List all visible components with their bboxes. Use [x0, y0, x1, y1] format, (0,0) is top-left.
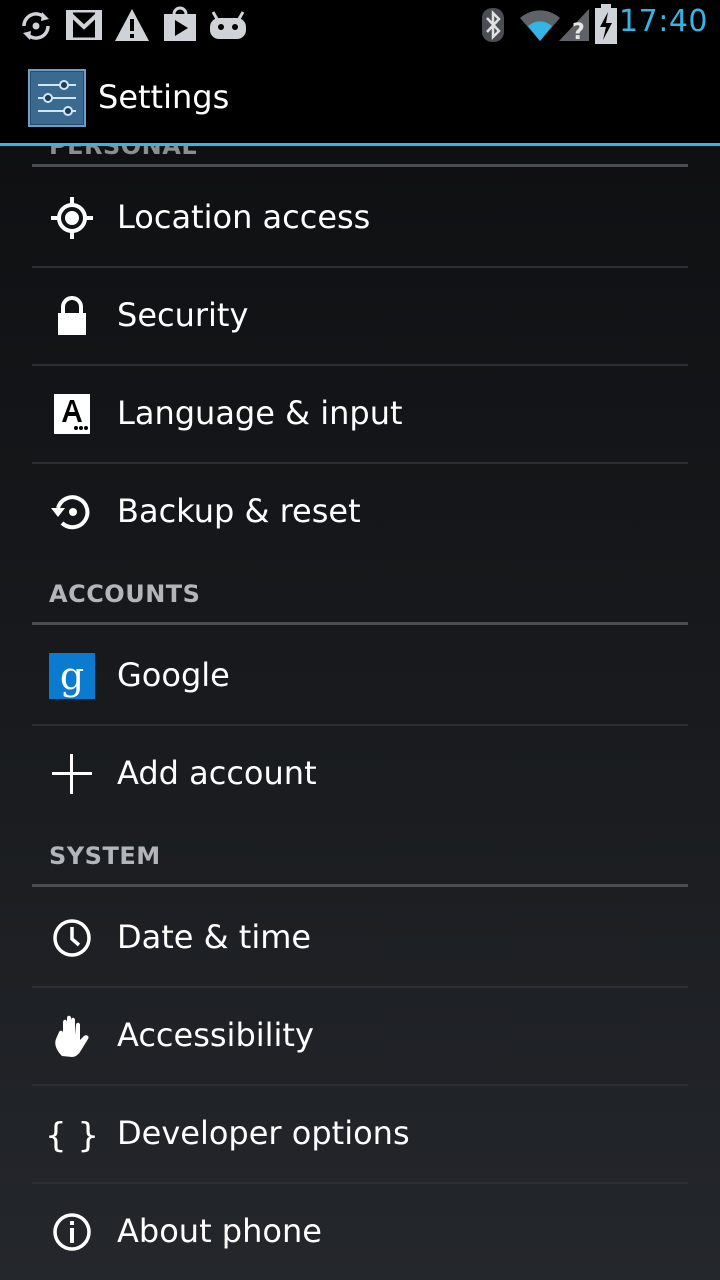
- page-title: Settings: [98, 78, 230, 116]
- hand-icon: [55, 1015, 89, 1057]
- section-divider: [32, 622, 688, 625]
- settings-item-language[interactable]: Language & input: [32, 366, 688, 462]
- clock-icon: [53, 919, 91, 957]
- settings-item-security[interactable]: Security: [32, 268, 688, 364]
- settings-item-label: Location access: [117, 198, 371, 236]
- android-icon: [210, 11, 246, 39]
- bluetooth-icon: [482, 8, 504, 42]
- section-header-accounts: ACCOUNTS: [49, 580, 201, 608]
- warning-icon: [115, 9, 149, 41]
- settings-item-label: Google: [117, 656, 230, 694]
- section-header-system: SYSTEM: [49, 842, 161, 870]
- clock-time: 17:40: [619, 4, 708, 39]
- section-header-personal: PERSONAL: [49, 146, 198, 160]
- lock-icon: [58, 296, 86, 335]
- svg-text:?: ?: [572, 20, 585, 42]
- settings-item-label: Security: [117, 296, 249, 334]
- location-icon: [51, 197, 93, 239]
- settings-item-label: Language & input: [117, 394, 403, 432]
- wifi-icon: [520, 10, 560, 41]
- settings-item-backup[interactable]: Backup & reset: [32, 464, 688, 560]
- settings-list[interactable]: PERSONAL Location access Security Langua…: [0, 146, 720, 1280]
- settings-item-label: About phone: [117, 1212, 322, 1250]
- settings-item-label: Developer options: [117, 1114, 410, 1152]
- settings-item-add-account[interactable]: Add account: [32, 726, 688, 822]
- svg-text:{ }: { }: [48, 1116, 96, 1156]
- gmail-icon: [66, 10, 102, 40]
- play-store-icon: [164, 6, 196, 41]
- sync-icon: [22, 12, 50, 40]
- settings-item-label: Add account: [117, 754, 317, 792]
- status-bar: ? 17:40: [0, 0, 720, 50]
- settings-item-accessibility[interactable]: Accessibility: [32, 988, 688, 1084]
- settings-item-developer[interactable]: { } Developer options: [32, 1086, 688, 1182]
- settings-item-about[interactable]: About phone: [32, 1184, 688, 1280]
- braces-icon: { }: [48, 1116, 96, 1156]
- no-sim-signal-icon: ?: [559, 9, 589, 42]
- settings-item-label: Accessibility: [117, 1016, 314, 1054]
- battery-charging-icon: [595, 4, 617, 44]
- settings-item-label: Backup & reset: [117, 492, 361, 530]
- settings-item-label: Date & time: [117, 918, 312, 956]
- section-divider: [32, 884, 688, 887]
- plus-icon: [52, 754, 92, 794]
- action-bar: Settings: [0, 50, 720, 146]
- google-account-icon: g: [49, 653, 95, 699]
- settings-item-date-time[interactable]: Date & time: [32, 890, 688, 986]
- info-icon: [53, 1213, 91, 1251]
- backup-restore-icon: [51, 495, 90, 530]
- section-divider: [32, 164, 688, 167]
- svg-text:g: g: [60, 654, 84, 698]
- settings-item-location[interactable]: Location access: [32, 170, 688, 266]
- settings-app-icon[interactable]: [28, 69, 86, 127]
- language-keyboard-icon: [54, 394, 90, 434]
- settings-item-google[interactable]: g Google: [32, 628, 688, 724]
